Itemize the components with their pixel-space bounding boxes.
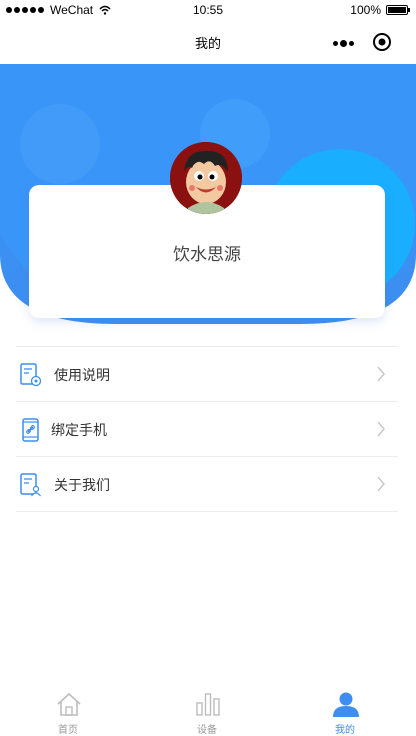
user-icon — [333, 692, 359, 717]
tab-label: 我的 — [335, 725, 355, 736]
chevron-right-icon — [377, 476, 385, 492]
close-miniprogram-icon[interactable] — [372, 32, 392, 52]
tab-device[interactable]: 设备 — [167, 685, 247, 736]
nav-bar: 我的 — [0, 20, 416, 64]
menu-label: 关于我们 — [54, 478, 110, 494]
device-chart-icon — [196, 693, 220, 716]
tab-mine[interactable]: 我的 — [305, 685, 385, 736]
phone-link-icon — [22, 418, 39, 442]
settings-menu: 使用说明 绑定手机 关于我们 — [16, 346, 398, 512]
about-icon — [20, 473, 41, 497]
chevron-right-icon — [377, 366, 385, 382]
home-icon — [57, 692, 81, 716]
menu-item-usage-guide[interactable]: 使用说明 — [16, 347, 398, 402]
tab-bar: 首页 设备 我的 — [0, 685, 416, 736]
menu-item-about-us[interactable]: 关于我们 — [16, 457, 398, 512]
menu-item-bind-phone[interactable]: 绑定手机 — [16, 402, 398, 457]
battery-percent: 100% — [350, 3, 381, 17]
status-bar: WeChat 10:55 100% — [0, 0, 416, 20]
menu-label: 使用说明 — [54, 368, 110, 384]
avatar-image — [170, 142, 242, 214]
username: 饮水思源 — [173, 245, 241, 265]
more-icon[interactable] — [330, 34, 356, 52]
tab-label: 设备 — [197, 725, 217, 736]
manual-icon — [20, 363, 42, 387]
avatar[interactable] — [170, 142, 242, 214]
tab-label: 首页 — [58, 725, 78, 736]
tab-home[interactable]: 首页 — [28, 685, 108, 736]
battery-indicator: 100% — [350, 3, 410, 17]
battery-icon — [386, 5, 410, 15]
chevron-right-icon — [377, 421, 385, 437]
menu-label: 绑定手机 — [51, 423, 107, 439]
